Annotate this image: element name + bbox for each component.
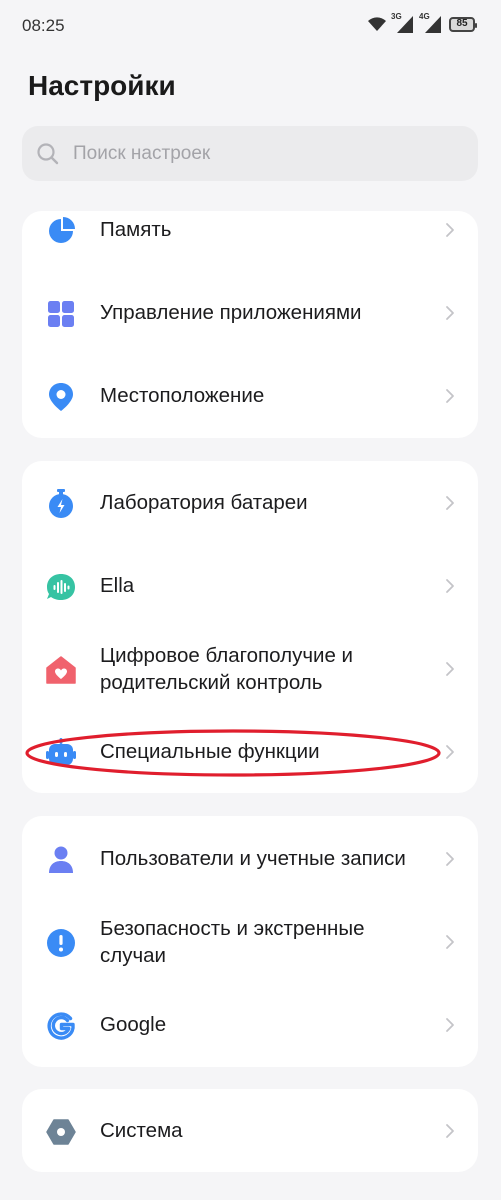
chevron-right-icon — [446, 306, 454, 320]
search-placeholder: Поиск настроек — [73, 143, 211, 164]
chevron-right-icon — [446, 496, 454, 510]
settings-item-label: Местоположение — [100, 384, 265, 407]
settings-item-label: Ella — [100, 574, 135, 597]
system-hexagon-icon — [46, 1119, 76, 1145]
search-input[interactable]: Поиск настроек — [22, 126, 478, 181]
user-icon — [49, 846, 73, 873]
chevron-right-icon — [446, 1124, 454, 1138]
battery-level: 85 — [456, 18, 468, 29]
status-time: 08:25 — [22, 16, 65, 35]
settings-item-digital-wellbeing[interactable]: Цифровое благополучие и родительский кон… — [22, 627, 478, 710]
apps-grid-icon — [48, 301, 74, 327]
chevron-right-icon — [446, 579, 454, 593]
annotation-highlight-ellipse — [25, 729, 441, 777]
settings-group-1: Память Управление приложениями Местополо… — [22, 211, 478, 438]
chevron-right-icon — [446, 745, 454, 759]
settings-group-3: Пользователи и учетные записи Безопаснос… — [22, 816, 478, 1067]
alert-icon — [47, 929, 75, 957]
chevron-right-icon — [446, 223, 454, 237]
settings-item-label: Память — [100, 218, 172, 241]
signal-3g-icon: 3G — [391, 12, 415, 34]
settings-item-location[interactable]: Местоположение — [22, 354, 478, 437]
settings-item-ella[interactable]: Ella — [22, 544, 478, 627]
battery-icon: 85 — [449, 16, 477, 32]
storage-pie-icon — [49, 217, 75, 243]
page-title: Настройки — [28, 70, 176, 101]
search-icon — [37, 143, 59, 165]
settings-item-label: Лаборатория батареи — [100, 491, 308, 514]
settings-group-4: Система — [22, 1089, 478, 1172]
settings-item-apps[interactable]: Управление приложениями — [22, 271, 478, 354]
settings-item-storage[interactable]: Память — [22, 211, 478, 271]
ella-voice-icon — [47, 574, 75, 600]
chevron-right-icon — [446, 662, 454, 676]
chevron-right-icon — [446, 852, 454, 866]
status-icons: 3G 4G 85 — [367, 12, 477, 34]
chevron-right-icon — [446, 389, 454, 403]
settings-item-google[interactable]: Google — [22, 983, 478, 1066]
google-icon — [47, 1012, 75, 1040]
settings-item-battery-lab[interactable]: Лаборатория батареи — [22, 461, 478, 544]
settings-item-label: Цифровое благополучие и родительский кон… — [100, 643, 353, 694]
network-4g-label: 4G — [419, 12, 430, 21]
settings-item-users-accounts[interactable]: Пользователи и учетные записи — [22, 817, 478, 900]
settings-item-label: Google — [100, 1013, 167, 1036]
location-pin-icon — [49, 383, 73, 411]
chevron-right-icon — [446, 1018, 454, 1032]
wifi-icon — [368, 17, 386, 31]
settings-item-system[interactable]: Система — [22, 1089, 478, 1172]
network-3g-label: 3G — [391, 12, 402, 21]
settings-item-label: Система — [100, 1119, 183, 1142]
battery-lab-icon — [49, 489, 73, 518]
settings-item-safety-emergency[interactable]: Безопасность и экстренные случаи — [22, 900, 478, 983]
home-heart-icon — [46, 656, 76, 684]
chevron-right-icon — [446, 935, 454, 949]
settings-item-label: Управление приложениями — [100, 301, 362, 324]
status-bar: 08:25 3G 4G 85 — [0, 0, 501, 50]
signal-4g-icon: 4G — [419, 12, 443, 34]
settings-item-label: Пользователи и учетные записи — [100, 847, 406, 870]
settings-item-label: Безопасность и экстренные случаи — [100, 916, 365, 967]
